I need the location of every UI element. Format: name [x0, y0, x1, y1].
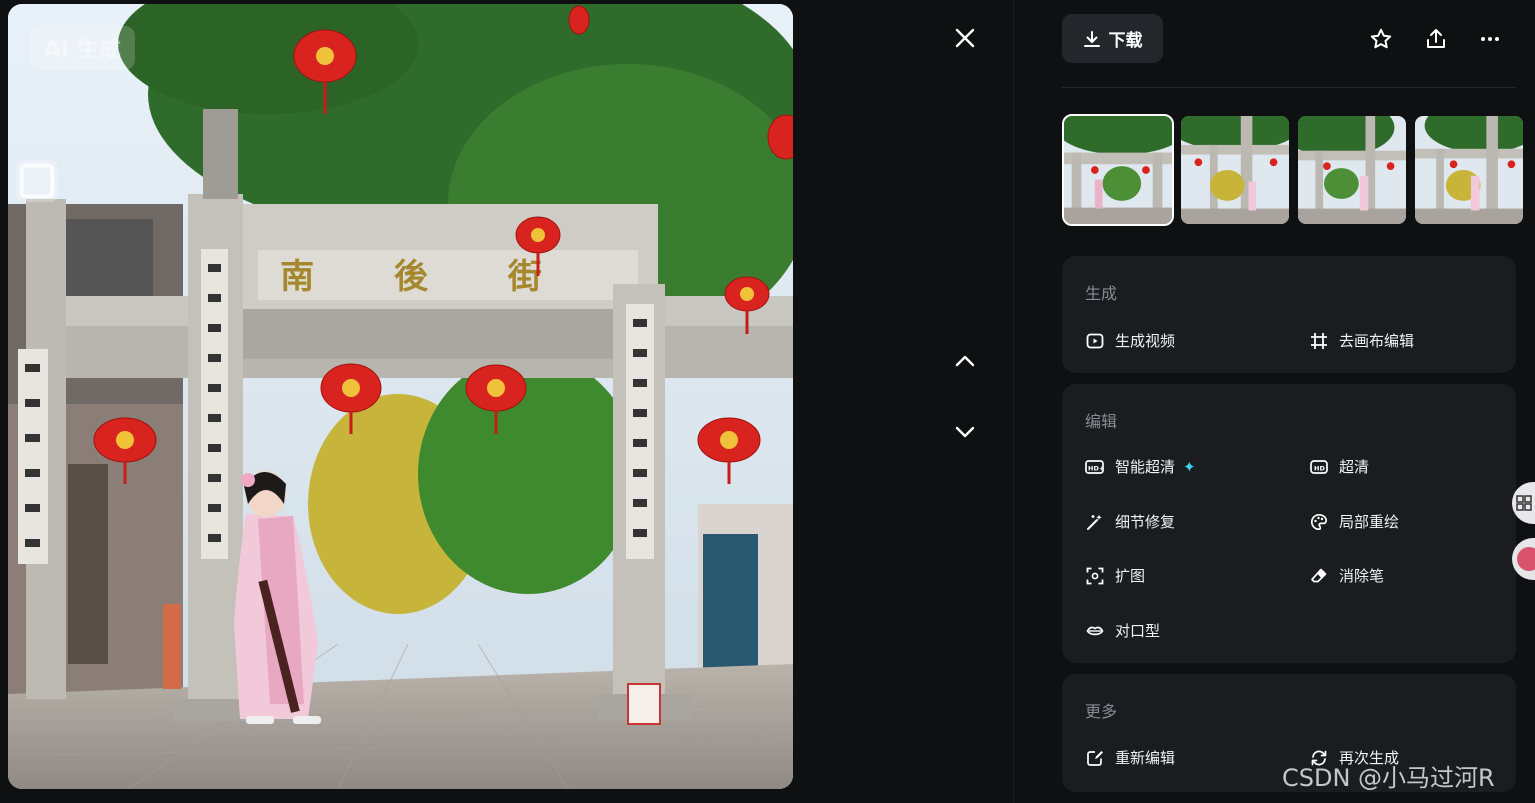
generate-video-label: 生成视频: [1115, 332, 1176, 350]
re-edit-button[interactable]: 重新编辑: [1085, 747, 1175, 768]
thumbnail-3-image: [1298, 116, 1406, 224]
sparkle-icon: ✦: [1183, 457, 1196, 476]
smart-upscale-button[interactable]: HD+ 智能超清 ✦: [1085, 456, 1196, 477]
more-section-title: 更多: [1085, 702, 1118, 721]
re-edit-label: 重新编辑: [1115, 749, 1176, 767]
arch-inscription: 南 後 街: [280, 257, 576, 297]
smart-upscale-label: 智能超清: [1115, 458, 1176, 476]
compare-toggle-button[interactable]: [16, 160, 58, 202]
eraser-label: 消除笔: [1339, 567, 1385, 585]
crop-frame-icon: [1311, 332, 1327, 349]
star-icon: [1370, 28, 1392, 49]
thumbnail-2-image: [1181, 116, 1289, 224]
thumbnail-4-image: [1415, 116, 1523, 224]
close-icon: [955, 28, 975, 48]
svg-text:HD+: HD+: [1088, 464, 1104, 472]
chevron-up-icon: [955, 355, 975, 367]
chevron-down-icon: [955, 426, 975, 438]
lip-sync-button[interactable]: 对口型: [1085, 620, 1160, 641]
more-options-button[interactable]: [1471, 20, 1509, 58]
download-icon: [1083, 30, 1100, 47]
lip-sync-label: 对口型: [1115, 622, 1161, 640]
edit-section-title: 编辑: [1085, 412, 1118, 431]
hd-plus-icon: HD+: [1085, 459, 1104, 474]
outpaint-label: 扩图: [1115, 567, 1146, 585]
expand-icon: [1086, 567, 1104, 584]
next-image-button[interactable]: [945, 412, 985, 452]
outpaint-button[interactable]: 扩图: [1085, 565, 1145, 586]
favorite-button[interactable]: [1362, 20, 1400, 58]
svg-text:HD: HD: [1314, 464, 1325, 472]
thumbnail-1-image: [1064, 116, 1172, 224]
inpaint-label: 局部重绘: [1339, 513, 1400, 531]
thumbnail-strip: [1062, 114, 1525, 226]
canvas-edit-button[interactable]: 去画布编辑: [1309, 330, 1414, 351]
palette-icon: [1311, 513, 1328, 530]
thumbnail-4[interactable]: [1413, 114, 1525, 226]
play-video-icon: [1086, 333, 1104, 348]
generate-section: 生成 生成视频 去画布编辑: [1062, 256, 1516, 373]
detail-repair-label: 细节修复: [1115, 513, 1176, 531]
upscale-label: 超清: [1339, 458, 1370, 476]
hd-icon: HD: [1310, 459, 1328, 474]
detail-repair-button[interactable]: 细节修复: [1085, 511, 1175, 532]
upscale-button[interactable]: HD 超清: [1309, 456, 1369, 477]
street-arch-scene: 南 後 街: [8, 4, 793, 789]
compare-icon: [19, 163, 55, 199]
generate-video-button[interactable]: 生成视频: [1085, 330, 1175, 351]
generate-section-title: 生成: [1085, 284, 1118, 303]
toolbar-divider: [1062, 87, 1516, 88]
ai-generated-badge: AI 生成: [30, 26, 135, 70]
download-button[interactable]: 下载: [1062, 14, 1163, 63]
panel-divider: [1013, 0, 1014, 803]
thumbnail-2[interactable]: [1179, 114, 1291, 226]
inpaint-button[interactable]: 局部重绘: [1309, 511, 1399, 532]
csdn-watermark: CSDN @小马过河R: [1282, 764, 1495, 792]
grid-icon: [1516, 495, 1532, 511]
close-button[interactable]: [945, 18, 985, 58]
eraser-icon: [1311, 568, 1327, 582]
canvas-edit-label: 去画布编辑: [1339, 332, 1415, 350]
edit-note-icon: [1087, 750, 1103, 766]
previous-image-button[interactable]: [945, 341, 985, 381]
download-label: 下载: [1108, 31, 1143, 51]
magic-wand-icon: [1087, 514, 1102, 530]
generated-image: 南 後 街 AI 生成: [8, 4, 793, 789]
thumbnail-3[interactable]: [1296, 114, 1408, 226]
share-button[interactable]: [1417, 20, 1455, 58]
more-dots-icon: [1481, 37, 1499, 41]
edit-section: 编辑 HD+ 智能超清 ✦ HD 超清 细节修复 局部重绘 扩图 消除笔 对口型: [1062, 384, 1516, 663]
eraser-button[interactable]: 消除笔: [1309, 565, 1384, 586]
thumbnail-1[interactable]: [1062, 114, 1174, 226]
share-icon: [1427, 29, 1445, 48]
lips-icon: [1086, 626, 1104, 635]
language-icon: [1517, 547, 1535, 571]
